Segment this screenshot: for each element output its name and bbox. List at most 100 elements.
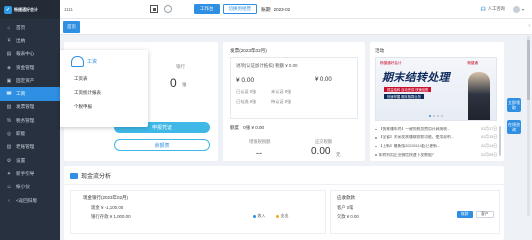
cash-flow-panel: 现金流分析 现金银行(2023年02月) 现金 ¥ -1,100.00 银行存款… xyxy=(64,166,504,240)
company-name[interactable]: 1111 xyxy=(64,7,112,12)
switch-button[interactable]: 切换到经营 xyxy=(222,4,257,14)
logo[interactable]: ✓ 畅捷通好会计 xyxy=(0,0,60,19)
sidebar-item-label: 资金管理 xyxy=(16,64,35,70)
invoice-amount-2: ¥ 0.00 xyxy=(315,77,332,83)
tax-count: 0 xyxy=(170,76,177,90)
sidebar-item-label: 首页 xyxy=(16,24,26,30)
sidebar-item[interactable]: ◎ 职能 xyxy=(0,127,60,140)
submenu-item-salary-table[interactable]: 工资表 xyxy=(74,76,88,82)
tax-unit: 张 xyxy=(182,82,187,87)
carousel-dots[interactable] xyxy=(429,115,443,117)
news-date: 02月15日 xyxy=(480,135,497,140)
sidebar-item[interactable]: ₩ 工资 xyxy=(0,87,60,101)
float-consult-button[interactable]: 在线咨询 xyxy=(507,120,521,134)
period-selector[interactable]: 2023-02 xyxy=(274,7,291,12)
logo-icon: ✓ xyxy=(4,5,12,14)
vat-value: -- xyxy=(256,148,262,158)
tax-icon: % xyxy=(6,117,12,124)
sidebar: ✓ 畅捷通好会计 ⌂ 首页 ¥ 出纳 ▤ 報表中心 ◈ 资金管理 ▣ 固定资产 ₩ 工资 ▧ 发票管理% 税… xyxy=(0,0,60,240)
workbench-button[interactable]: 工作台 xyxy=(194,4,220,14)
sidebar-item-label: <返回旧版 xyxy=(16,197,38,203)
customer-service-link[interactable]: 人工咨询 xyxy=(488,6,505,12)
sidebar-item-label: 工资 xyxy=(16,91,26,97)
sidebar-item[interactable]: ☺ 帐小伙 xyxy=(0,181,60,194)
banner-headline: 期末结转处理 xyxy=(382,72,450,84)
submenu-item-salary-report[interactable]: 工资统计报表 xyxy=(74,90,101,96)
sidebar-item-label: 出纳 xyxy=(16,37,26,43)
news-item[interactable]: 【快来赚年终】一键领税务费用开具纳税... 02月17日 xyxy=(375,125,497,134)
top-bar: 1111 工作台 切换到经营 账期 2023-02 ☊ 人工咨询 ▾ xyxy=(60,0,532,19)
sidebar-item[interactable]: ▧ 发票管理 xyxy=(0,101,60,114)
chevron-right-icon[interactable]: › xyxy=(528,23,530,29)
sidebar-item[interactable]: ◈ 资金管理 xyxy=(0,61,60,74)
banner-brand: 畅捷通好会计 xyxy=(380,61,402,65)
logo-text: 畅捷通好会计 xyxy=(14,6,38,12)
bullet-icon xyxy=(375,137,377,139)
invoice-title: 发票(2023年02月) xyxy=(230,48,267,53)
sidebar-item[interactable]: ▤ 報表中心 xyxy=(0,48,60,61)
legend-expense[interactable]: 支出 xyxy=(276,213,289,219)
news-item[interactable]: 【全省】关闭发票赚取收款功能，使用说明... 02月15日 xyxy=(375,134,497,143)
cash-bank-title: 现金银行(2023年02月) xyxy=(83,195,129,200)
ledger-icon: ▥ xyxy=(6,144,12,151)
sidebar-item[interactable]: ✦ 新手引导 xyxy=(0,167,60,180)
refresh-icon[interactable] xyxy=(164,5,172,13)
receivables-title: 应收款款 xyxy=(337,195,355,200)
news-date: 02月09日 xyxy=(480,152,497,157)
news-scrollbar[interactable] xyxy=(499,126,501,156)
salary-submenu: 工资 工资表 工资统计报表 个税申报 xyxy=(60,50,148,127)
float-claim-button[interactable]: 立即领取 xyxy=(507,98,521,112)
page-scrollbar-thumb[interactable] xyxy=(527,40,530,100)
tax-column-label: 银行 xyxy=(176,64,185,69)
sidebar-item[interactable]: ▣ 固定资产 xyxy=(0,74,60,87)
sidebar-item-label: 发票管理 xyxy=(16,104,35,110)
invoice-panel: 进项(认证加计抵扣) 税额 ¥ 0.00 ¥ 0.00 已认证 0张 未认证 0… xyxy=(230,57,358,119)
payable-label: 应交税额 xyxy=(315,139,333,144)
fund-icon: ◈ xyxy=(7,64,11,71)
quota-row: 额度 0张 ¥ 0.00 xyxy=(230,125,264,131)
period-label: 账期 xyxy=(261,7,271,13)
promo-banner[interactable]: 畅捷通好会计 畅捷通 期末结转处理 损益结转 自动完成 快速结账 快速掌握 期末… xyxy=(375,57,497,121)
chevron-down-icon[interactable]: ▾ xyxy=(522,7,524,12)
activity-card: 活动 畅捷通好会计 畅捷通 期末结转处理 损益结转 自动完成 快速结账 快速掌握… xyxy=(370,42,504,161)
news-title: 【上新】最新版20230114起已更新... xyxy=(378,143,441,148)
submenu-item-tax-declare[interactable]: 个税申报 xyxy=(74,104,92,110)
qr-code-icon[interactable] xyxy=(150,5,158,13)
headset-icon[interactable]: ☊ xyxy=(480,6,485,13)
news-item[interactable]: 【上新】最新版20230114起已更新... 02月14日 xyxy=(375,142,497,151)
news-title: 如何利用企业微信快速下发数据？ xyxy=(378,152,436,157)
cash-icon xyxy=(70,172,78,179)
aging-toggle[interactable]: 账龄 xyxy=(457,211,473,218)
avatar[interactable] xyxy=(512,5,520,13)
sidebar-item-label: 新手引导 xyxy=(16,170,35,176)
sidebar-item-label: 老账管理 xyxy=(16,144,35,150)
sidebar-item-label: 职能 xyxy=(16,131,26,137)
report-icon: ▤ xyxy=(6,51,12,58)
banner-line-1: 损益结转 自动完成 快速结账 xyxy=(384,87,432,92)
news-item[interactable]: 如何利用企业微信快速下发数据？ 02月09日 xyxy=(375,151,497,160)
tab-home[interactable]: 首页 xyxy=(63,21,80,33)
sidebar-item[interactable]: ‹ <返回旧版 xyxy=(0,194,60,207)
vat-label: 增值税税额 xyxy=(249,139,271,144)
sidebar-item-label: 设置 xyxy=(16,157,26,163)
payable-value: 0.00 xyxy=(311,146,331,157)
customer-toggle[interactable]: 客户 xyxy=(476,211,494,218)
invoice-amount: ¥ 0.00 xyxy=(236,77,255,84)
sidebar-item[interactable]: ¥ 出纳 xyxy=(0,34,60,47)
legend-income[interactable]: 收入 xyxy=(253,213,266,219)
arrears-row: 欠款 ¥ 0.00 xyxy=(337,214,359,219)
news-title: 【快来赚年终】一键领税务费用开具纳税... xyxy=(378,126,451,131)
sidebar-item[interactable]: ▥ 老账管理 xyxy=(0,141,60,154)
balance-button[interactable]: 余额表 xyxy=(114,139,210,151)
bullet-icon xyxy=(375,145,377,148)
invoice-row: 已勾选 0张 xyxy=(236,99,257,104)
sidebar-item-label: 帐小伙 xyxy=(16,184,30,190)
salary-icon: ₩ xyxy=(6,91,12,98)
back-icon: ‹ xyxy=(8,197,10,204)
sidebar-item[interactable]: ⚙ 设置 xyxy=(0,154,60,167)
payable-unit: 元 xyxy=(336,152,341,157)
settings-icon: ⚙ xyxy=(6,157,12,164)
sidebar-item[interactable]: ⌂ 首页 xyxy=(0,21,60,34)
sidebar-item[interactable]: % 税务管理 xyxy=(0,114,60,127)
cashier-icon: ¥ xyxy=(7,37,11,44)
